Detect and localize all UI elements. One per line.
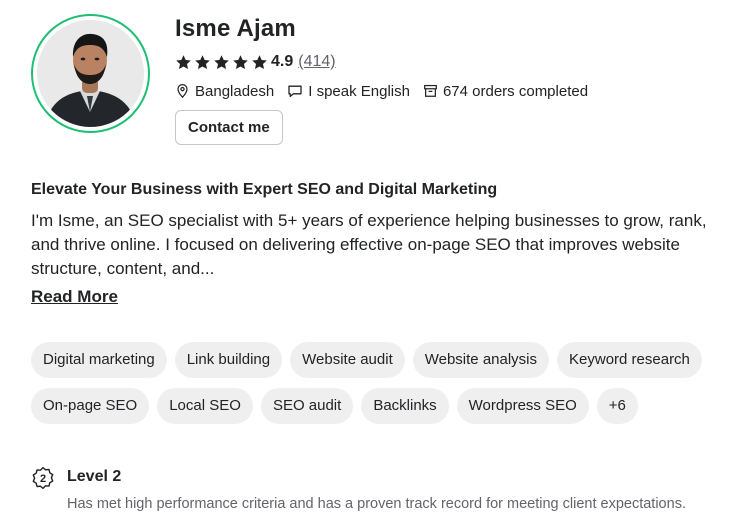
star-icon [195, 54, 210, 69]
star-icon [252, 54, 267, 69]
star-icon [214, 54, 229, 69]
level-badge-icon: 2 [32, 466, 54, 490]
location-item: Bangladesh [175, 83, 274, 100]
skills-list: Digital marketing Link building Website … [31, 342, 731, 424]
star-icon [233, 54, 248, 69]
skill-tag[interactable]: On-page SEO [31, 388, 150, 424]
location-text: Bangladesh [195, 82, 275, 100]
contact-me-button[interactable]: Contact me [175, 110, 283, 145]
seller-meta: Bangladesh I speak English 674 orders co… [175, 81, 601, 101]
more-skills-button[interactable]: +6 [596, 388, 638, 424]
read-more-link[interactable]: Read More [31, 286, 118, 308]
skill-tag[interactable]: Keyword research [557, 342, 702, 378]
avatar-ring [31, 14, 150, 133]
skill-tag[interactable]: Link building [174, 342, 283, 378]
skill-tag[interactable]: Website analysis [412, 342, 550, 378]
archive-box-icon [424, 84, 437, 97]
rating-score: 4.9 [271, 53, 294, 70]
skill-tag[interactable]: Website audit [290, 342, 405, 378]
star-icon [176, 54, 191, 69]
avatar[interactable] [37, 20, 144, 127]
seller-profile-card: Isme Ajam 4.9 (414) Bangladesh I speak E… [0, 0, 753, 522]
profile-description: I'm Isme, an SEO specialist with 5+ year… [31, 211, 707, 278]
star-rating [175, 54, 268, 71]
language-item: I speak English [287, 83, 410, 100]
profile-headline: Elevate Your Business with Expert SEO an… [31, 181, 498, 198]
skill-tag[interactable]: Digital marketing [31, 342, 167, 378]
skill-tag[interactable]: Backlinks [361, 388, 449, 424]
chat-bubble-icon [288, 85, 302, 98]
language-text: I speak English [308, 82, 410, 100]
skill-tag[interactable]: Wordpress SEO [456, 388, 589, 424]
avatar-image [37, 20, 144, 127]
skill-tag[interactable]: SEO audit [260, 388, 354, 424]
rating-row: 4.9 (414) [175, 52, 336, 72]
seller-name: Isme Ajam [175, 15, 296, 42]
orders-item: 674 orders completed [423, 83, 588, 100]
location-pin-icon [177, 84, 188, 99]
rating-count-link[interactable]: (414) [298, 53, 335, 71]
level-description: Has met high performance criteria and ha… [67, 496, 686, 512]
orders-text: 674 orders completed [442, 82, 589, 100]
skill-tag[interactable]: Local SEO [157, 388, 253, 424]
level-badge-number: 2 [40, 473, 46, 485]
level-title: Level 2 [67, 468, 122, 485]
